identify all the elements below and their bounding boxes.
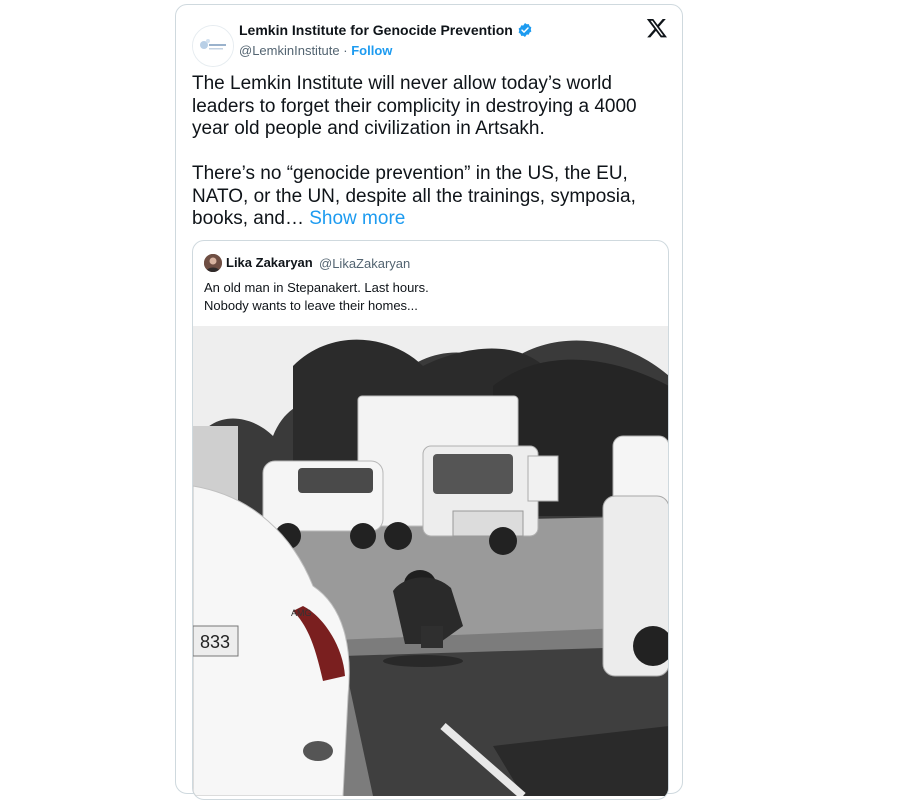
quoted-text-line-2: Nobody wants to leave their homes... [204,298,418,313]
tweet-paragraph-2: There’s no “genocide prevention” in the … [192,163,672,231]
tweet-card[interactable]: Lemkin Institute for Genocide Prevention… [175,4,683,800]
tweet-paragraph-1: The Lemkin Institute will never allow to… [192,73,637,139]
x-logo-icon[interactable] [646,17,668,39]
author-name[interactable]: Lemkin Institute for Genocide Prevention [239,22,513,38]
quoted-author-avatar [204,254,222,272]
badge-text: AMG [291,608,312,618]
quoted-author-name: Lika Zakaryan [226,255,313,270]
tweet-paragraph-2-text: There’s no “genocide prevention” in the … [192,163,636,229]
tweet-body: The Lemkin Institute will never allow to… [192,73,672,231]
show-more-link[interactable]: Show more [309,208,405,229]
author-sub-row: @LemkinInstitute · Follow [239,43,392,58]
author-handle[interactable]: @LemkinInstitute [239,43,340,58]
author-avatar[interactable] [192,25,234,67]
quoted-text-line-1: An old man in Stepanakert. Last hours. [204,280,429,295]
plate-text: 833 [200,632,230,652]
follow-link[interactable]: Follow [351,43,392,58]
author-name-row[interactable]: Lemkin Institute for Genocide Prevention [239,22,533,38]
quoted-photo[interactable]: 833 AMG [193,326,668,796]
quoted-tweet[interactable]: Lika Zakaryan @LikaZakaryan An old man i… [192,240,669,800]
quoted-text: An old man in Stepanakert. Last hours. N… [204,279,654,315]
separator-dot: · [343,43,348,58]
verified-badge-icon [517,22,533,38]
quoted-author-handle: @LikaZakaryan [319,256,411,271]
